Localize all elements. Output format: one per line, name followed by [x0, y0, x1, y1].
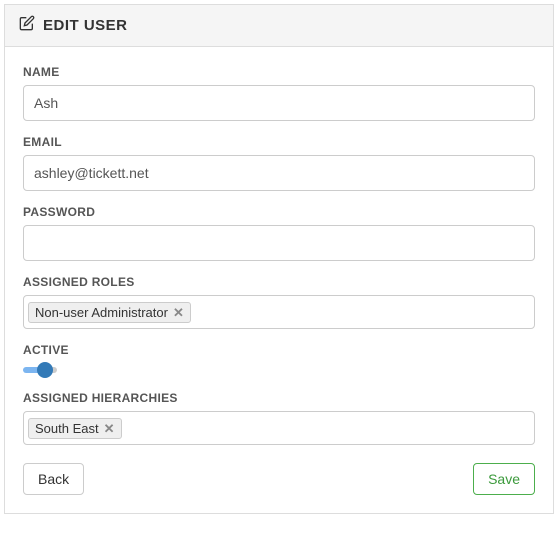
panel-body: NAME EMAIL PASSWORD ASSIGNED ROLES Non-u… — [5, 47, 553, 513]
active-toggle[interactable] — [23, 363, 57, 377]
password-label: PASSWORD — [23, 205, 535, 219]
name-label: NAME — [23, 65, 535, 79]
role-tag-label: Non-user Administrator — [35, 305, 168, 320]
name-input[interactable] — [23, 85, 535, 121]
back-button[interactable]: Back — [23, 463, 84, 495]
button-row: Back Save — [23, 463, 535, 495]
roles-input[interactable]: Non-user Administrator ✕ — [23, 295, 535, 329]
panel-title: EDIT USER — [43, 17, 128, 34]
email-label: EMAIL — [23, 135, 535, 149]
panel-header: EDIT USER — [5, 5, 553, 47]
active-label: ACTIVE — [23, 343, 535, 357]
toggle-thumb — [37, 362, 53, 378]
role-tag: Non-user Administrator ✕ — [28, 302, 191, 323]
save-button[interactable]: Save — [473, 463, 535, 495]
email-input[interactable] — [23, 155, 535, 191]
roles-label: ASSIGNED ROLES — [23, 275, 535, 289]
edit-icon — [19, 15, 35, 36]
hierarchies-label: ASSIGNED HIERARCHIES — [23, 391, 535, 405]
edit-user-panel: EDIT USER NAME EMAIL PASSWORD ASSIGNED R… — [4, 4, 554, 514]
hierarchies-input[interactable]: South East ✕ — [23, 411, 535, 445]
remove-hierarchy-icon[interactable]: ✕ — [104, 422, 115, 435]
remove-role-icon[interactable]: ✕ — [173, 306, 184, 319]
hierarchy-tag-label: South East — [35, 421, 99, 436]
hierarchy-tag: South East ✕ — [28, 418, 122, 439]
password-input[interactable] — [23, 225, 535, 261]
